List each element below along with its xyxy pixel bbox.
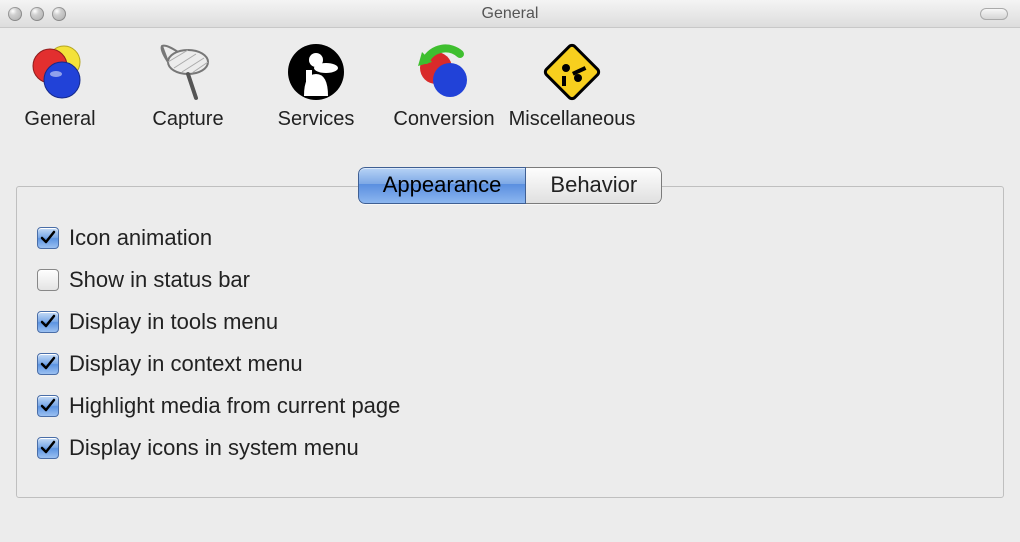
close-window-button[interactable]: [8, 7, 22, 21]
minimize-window-button[interactable]: [30, 7, 44, 21]
checkbox-display-system-menu[interactable]: [37, 437, 59, 459]
toolbar-label: Capture: [152, 108, 223, 131]
option-display-tools-menu: Display in tools menu: [37, 309, 983, 335]
checkbox-display-tools-menu[interactable]: [37, 311, 59, 333]
toolbar-label: Services: [278, 108, 355, 131]
option-label: Icon animation: [69, 225, 212, 251]
checkbox-icon-animation[interactable]: [37, 227, 59, 249]
services-icon: [284, 40, 348, 104]
checkbox-highlight-media[interactable]: [37, 395, 59, 417]
option-highlight-media: Highlight media from current page: [37, 393, 983, 419]
window-controls: [8, 7, 66, 21]
capture-icon: [156, 40, 220, 104]
option-display-system-menu: Display icons in system menu: [37, 435, 983, 461]
toolbar-item-capture[interactable]: Capture: [138, 40, 238, 131]
toolbar-item-general[interactable]: General: [10, 40, 110, 131]
titlebar: General: [0, 0, 1020, 28]
miscellaneous-icon: [540, 40, 604, 104]
option-label: Highlight media from current page: [69, 393, 400, 419]
option-icon-animation: Icon animation: [37, 225, 983, 251]
tab-appearance[interactable]: Appearance: [358, 167, 527, 204]
conversion-icon: [412, 40, 476, 104]
tab-bar: Appearance Behavior: [0, 167, 1020, 204]
toolbar-label: Miscellaneous: [509, 108, 636, 131]
toolbar-item-conversion[interactable]: Conversion: [394, 40, 494, 131]
toolbar-label: Conversion: [393, 108, 494, 131]
preferences-toolbar: General Capture Services: [0, 28, 1020, 137]
appearance-panel: Icon animation Show in status bar Displa…: [16, 186, 1004, 498]
toolbar-toggle-button[interactable]: [980, 8, 1008, 20]
option-label: Display in context menu: [69, 351, 303, 377]
checkbox-display-context-menu[interactable]: [37, 353, 59, 375]
option-display-context-menu: Display in context menu: [37, 351, 983, 377]
zoom-window-button[interactable]: [52, 7, 66, 21]
checkbox-show-in-status-bar[interactable]: [37, 269, 59, 291]
toolbar-item-miscellaneous[interactable]: Miscellaneous: [522, 40, 622, 131]
option-label: Show in status bar: [69, 267, 250, 293]
option-show-in-status-bar: Show in status bar: [37, 267, 983, 293]
toolbar-label: General: [24, 108, 95, 131]
general-icon: [28, 40, 92, 104]
window-title: General: [0, 5, 1020, 23]
option-label: Display in tools menu: [69, 309, 278, 335]
option-label: Display icons in system menu: [69, 435, 359, 461]
toolbar-item-services[interactable]: Services: [266, 40, 366, 131]
tab-behavior[interactable]: Behavior: [526, 167, 662, 204]
